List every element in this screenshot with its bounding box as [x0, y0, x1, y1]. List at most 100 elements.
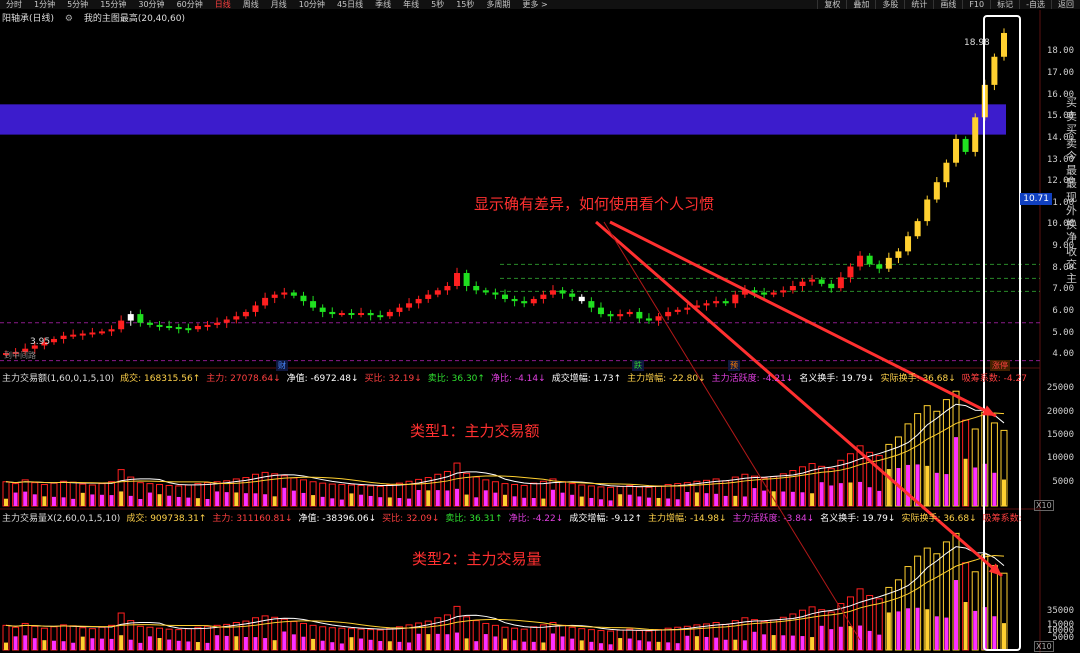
- toolbar-button-1[interactable]: 叠加: [846, 0, 875, 9]
- main-force-bar: [733, 495, 738, 506]
- candle-body: [789, 285, 796, 291]
- period-tab-3[interactable]: 15分钟: [94, 0, 132, 9]
- indicator-title[interactable]: 主力交易额(1,60,0,1,5,10): [2, 374, 114, 384]
- main-force-bar: [531, 497, 536, 506]
- period-tab-14[interactable]: 15秒: [450, 0, 480, 9]
- main-force-bar: [253, 493, 258, 506]
- indicator-field: 主力增幅: -22.80↓: [627, 374, 706, 384]
- candle-body: [204, 324, 211, 327]
- main-force-bar: [339, 643, 344, 650]
- main-force-bar: [320, 640, 325, 650]
- period-tab-4[interactable]: 30分钟: [132, 0, 170, 9]
- volume-tick: 10000: [1046, 453, 1074, 464]
- toolbar-button-8[interactable]: 返回: [1051, 0, 1080, 9]
- main-force-bar: [109, 638, 114, 650]
- main-force-bar: [301, 636, 306, 650]
- event-marker[interactable]: 跌: [632, 360, 644, 371]
- toolbar-button-5[interactable]: F10: [962, 0, 990, 9]
- event-marker[interactable]: 财: [276, 360, 288, 371]
- main-force-bar: [32, 638, 37, 650]
- main-force-bar: [349, 637, 354, 650]
- indicator-field: 吸筹系数:: [982, 514, 1022, 524]
- period-tab-0[interactable]: 分时: [0, 0, 28, 9]
- candle-body: [722, 301, 729, 304]
- candle-body: [185, 328, 192, 331]
- panel2-indicator-row: 主力交易量X(2,60,0,1,5,10) 成交: 909738.31↑ 主力: 3…: [2, 511, 1028, 524]
- main-force-bar: [771, 635, 776, 650]
- event-marker[interactable]: 涨停: [990, 360, 1010, 371]
- period-tab-2[interactable]: 5分钟: [61, 0, 94, 9]
- main-force-bar: [282, 487, 287, 506]
- period-tab-1[interactable]: 1分钟: [28, 0, 61, 9]
- current-price-label: 10.71: [1020, 193, 1052, 205]
- period-tab-9[interactable]: 10分钟: [293, 0, 331, 9]
- candle-body: [252, 305, 259, 312]
- indicator-field: 主力: 27078.64↓: [206, 374, 281, 384]
- gear-icon[interactable]: ⚙: [65, 14, 73, 24]
- candle-body: [597, 307, 604, 315]
- period-tab-11[interactable]: 季线: [369, 0, 397, 9]
- toolbar-button-7[interactable]: -自选: [1019, 0, 1051, 9]
- main-force-bar: [646, 641, 651, 650]
- main-force-bar: [579, 496, 584, 506]
- main-force-bar: [397, 497, 402, 506]
- main-force-bar: [234, 636, 239, 650]
- main-force-bar: [627, 638, 632, 650]
- period-tab-5[interactable]: 60分钟: [171, 0, 209, 9]
- candle-body: [146, 322, 153, 325]
- main-force-bar: [138, 499, 143, 506]
- main-force-bar: [954, 437, 959, 506]
- main-force-bar: [243, 636, 248, 650]
- indicator-title[interactable]: 主力交易量X(2,60,0,1,5,10): [2, 514, 120, 524]
- toolbar-button-6[interactable]: 标记: [990, 0, 1019, 9]
- candle-body: [732, 294, 739, 304]
- toolbar-button-2[interactable]: 多股: [875, 0, 904, 9]
- toolbar-button-0[interactable]: 复权: [817, 0, 846, 9]
- main-force-bar: [618, 494, 623, 506]
- volume-tick: 5000: [1052, 633, 1074, 643]
- annotation-type1: 类型1：主力交易额: [410, 422, 540, 440]
- candle-body: [290, 292, 297, 296]
- indicator-field: 净值: -6972.48↓: [286, 374, 359, 384]
- main-force-bar: [320, 496, 325, 506]
- price-tick: 6.00: [1052, 305, 1074, 316]
- toolbar-button-4[interactable]: 画线: [933, 0, 962, 9]
- price-tick: 16.00: [1046, 89, 1074, 100]
- period-tab-16[interactable]: 更多 >: [516, 0, 553, 9]
- candle-body: [521, 301, 528, 304]
- indicator-field: 卖比: 36.31↑: [445, 514, 503, 524]
- candle-body: [348, 313, 355, 316]
- candle-body: [847, 266, 854, 278]
- main-force-bar: [992, 616, 997, 650]
- candle-body: [214, 322, 221, 325]
- candle-body: [425, 294, 432, 299]
- period-tab-13[interactable]: 5秒: [425, 0, 450, 9]
- main-force-bar: [685, 635, 690, 650]
- main-force-bar: [541, 642, 546, 650]
- period-tab-15[interactable]: 多周期: [480, 0, 516, 9]
- period-tab-12[interactable]: 年线: [397, 0, 425, 9]
- candle-body: [434, 290, 441, 295]
- main-force-bar: [867, 487, 872, 506]
- main-force-bar: [138, 642, 143, 650]
- main-force-bar: [848, 482, 853, 506]
- period-tab-8[interactable]: 月线: [265, 0, 293, 9]
- indicator-field: 卖比: 36.30↑: [427, 374, 485, 384]
- main-force-bar: [215, 491, 220, 506]
- main-force-bar: [71, 498, 76, 506]
- main-force-bar: [800, 492, 805, 506]
- main-force-bar: [263, 638, 268, 650]
- main-title-row: 阳轴承(日线) ⚙ 我的主图最高(20,40,60): [2, 11, 193, 24]
- period-tab-7[interactable]: 周线: [237, 0, 265, 9]
- main-force-bar: [752, 488, 757, 506]
- main-force-bar: [742, 496, 747, 506]
- main-force-bar: [522, 497, 527, 506]
- main-force-bar: [205, 642, 210, 650]
- toolbar-button-3[interactable]: 统计: [904, 0, 933, 9]
- event-marker[interactable]: 预: [728, 360, 740, 371]
- main-indicator-name[interactable]: 我的主图最高(20,40,60): [84, 14, 185, 24]
- period-tab-10[interactable]: 45日线: [331, 0, 369, 9]
- period-tab-6[interactable]: 日线: [209, 0, 237, 9]
- main-force-bar: [704, 636, 709, 650]
- candle-body: [70, 334, 77, 337]
